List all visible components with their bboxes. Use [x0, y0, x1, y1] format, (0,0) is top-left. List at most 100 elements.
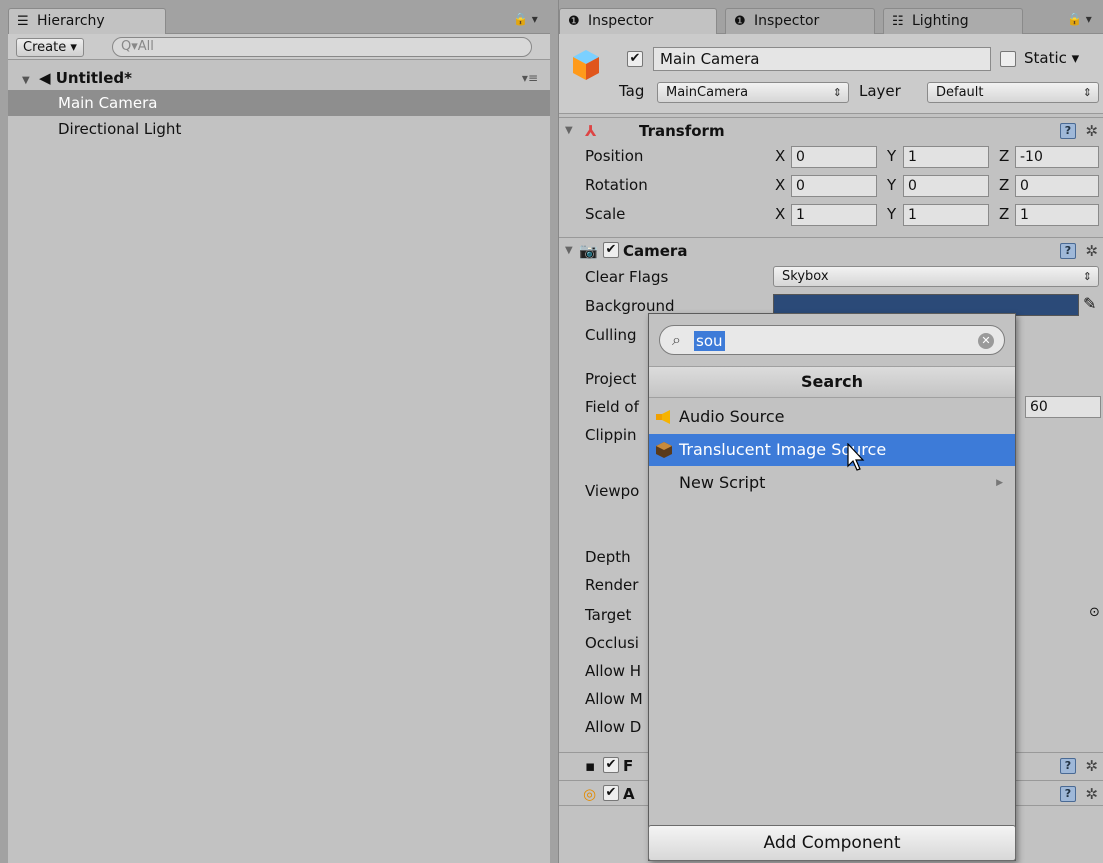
- expand-triangle-icon[interactable]: ▼: [565, 118, 573, 144]
- clear-search-icon[interactable]: ✕: [978, 333, 994, 349]
- submenu-arrow-icon: ▶: [996, 478, 1003, 488]
- scene-root[interactable]: ▼ ◀ Untitled* ▾≡: [8, 66, 550, 90]
- lighting-icon: ☷: [892, 14, 904, 29]
- occlusion-culling-label: Occlusi: [585, 634, 639, 652]
- fov-field[interactable]: 60: [1025, 396, 1101, 418]
- scale-y-field[interactable]: 1: [903, 204, 989, 226]
- tab-inspector-1[interactable]: ❶ Inspector: [559, 8, 717, 35]
- layer-dropdown[interactable]: Default ⇕: [927, 82, 1099, 103]
- position-x-field[interactable]: 0: [791, 146, 877, 168]
- help-icon[interactable]: ?: [1060, 123, 1076, 139]
- hierarchy-panel: ☰ Hierarchy 🔒 ▾ Create ▾ Q▾All ▼ ◀ Untitl…: [8, 0, 550, 863]
- depth-label: Depth: [585, 548, 631, 566]
- camera-enabled-checkbox[interactable]: ✔: [603, 242, 619, 258]
- axis-z-label[interactable]: Z: [999, 176, 1009, 194]
- tag-dropdown[interactable]: MainCamera ⇕: [657, 82, 849, 103]
- hierarchy-item-main-camera[interactable]: Main Camera: [8, 90, 550, 116]
- hierarchy-tabbar: ☰ Hierarchy 🔒 ▾: [8, 0, 550, 35]
- component-search-input[interactable]: ⌕ sou ✕: [659, 325, 1005, 355]
- axis-z-label[interactable]: Z: [999, 147, 1009, 165]
- gear-icon[interactable]: ✲: [1085, 118, 1098, 144]
- object-picker-icon[interactable]: ⊙: [1089, 605, 1100, 620]
- list-icon: ☰: [17, 14, 29, 29]
- expand-triangle-icon[interactable]: ▼: [22, 75, 30, 86]
- axis-x-label[interactable]: X: [775, 147, 785, 165]
- tab-inspector-2[interactable]: ❶ Inspector: [725, 8, 875, 34]
- transform-icon: ⅄: [585, 122, 597, 140]
- rotation-x-field[interactable]: 0: [791, 175, 877, 197]
- gameobject-header: ✔ Main Camera Static ▾ Tag MainCamera ⇕ L…: [559, 34, 1103, 114]
- menu-item-translucent-image-source[interactable]: Translucent Image Source: [649, 434, 1015, 466]
- position-z-field[interactable]: -10: [1015, 146, 1099, 168]
- axis-x-label[interactable]: X: [775, 205, 785, 223]
- camera-icon: 📷: [579, 242, 598, 260]
- axis-x-label[interactable]: X: [775, 176, 785, 194]
- search-icon: ⌕: [672, 330, 681, 349]
- tab-lighting[interactable]: ☷ Lighting: [883, 8, 1023, 34]
- rotation-label: Rotation: [585, 176, 648, 194]
- gear-icon[interactable]: ✲: [1085, 753, 1098, 779]
- camera-header[interactable]: ▼ 📷 ✔ Camera ? ✲: [559, 237, 1103, 263]
- hierarchy-item-directional-light[interactable]: Directional Light: [8, 116, 550, 142]
- static-checkbox[interactable]: [1000, 51, 1016, 67]
- transform-header[interactable]: ▼ ⅄ Transform ? ✲: [559, 117, 1103, 143]
- dropdown-arrow-icon: ⇕: [1082, 86, 1092, 99]
- audio-source-icon: [656, 410, 670, 424]
- scale-label: Scale: [585, 205, 626, 223]
- dropdown-arrow-icon: ⇕: [1082, 270, 1092, 283]
- search-text[interactable]: sou: [694, 331, 725, 351]
- expand-triangle-icon[interactable]: ▼: [565, 238, 573, 264]
- component-enabled-checkbox[interactable]: ✔: [603, 757, 619, 773]
- help-icon[interactable]: ?: [1060, 243, 1076, 259]
- eyedropper-icon[interactable]: ✎: [1083, 294, 1096, 313]
- position-y-field[interactable]: 1: [903, 146, 989, 168]
- help-icon[interactable]: ?: [1060, 786, 1076, 802]
- lock-icon[interactable]: 🔒 ▾: [1067, 12, 1092, 26]
- popup-title: Search: [649, 366, 1015, 398]
- hierarchy-toolbar: Create ▾ Q▾All: [8, 34, 550, 60]
- clear-flags-dropdown[interactable]: Skybox ⇕: [773, 266, 1099, 287]
- lock-icon[interactable]: 🔒 ▾: [513, 12, 538, 26]
- clear-flags-label: Clear Flags: [585, 268, 669, 286]
- tab-hierarchy[interactable]: ☰ Hierarchy: [8, 8, 166, 35]
- scene-menu-icon[interactable]: ▾≡: [522, 66, 538, 90]
- clipping-label: Clippin: [585, 426, 637, 444]
- axis-z-label[interactable]: Z: [999, 205, 1009, 223]
- component-enabled-checkbox[interactable]: ✔: [603, 785, 619, 801]
- rotation-z-field[interactable]: 0: [1015, 175, 1099, 197]
- gear-icon[interactable]: ✲: [1085, 238, 1098, 264]
- allow-msaa-label: Allow M: [585, 690, 643, 708]
- audio-listener-icon: ◎: [583, 785, 597, 803]
- dropdown-arrow-icon: ⇕: [832, 86, 842, 99]
- create-button[interactable]: Create ▾: [16, 38, 84, 57]
- gameobject-cube-icon: [573, 50, 599, 80]
- field-of-view-label: Field of: [585, 398, 639, 416]
- scene-name: Untitled*: [55, 69, 132, 87]
- projection-label: Project: [585, 370, 637, 388]
- flare-layer-icon: ▪: [585, 757, 596, 775]
- layer-label: Layer: [859, 82, 901, 100]
- scale-z-field[interactable]: 1: [1015, 204, 1099, 226]
- allow-dynamic-resolution-label: Allow D: [585, 718, 642, 736]
- axis-y-label[interactable]: Y: [887, 147, 896, 165]
- object-name-field[interactable]: Main Camera: [653, 47, 991, 71]
- menu-item-audio-source[interactable]: Audio Source: [649, 401, 1015, 433]
- help-icon[interactable]: ?: [1060, 758, 1076, 774]
- rotation-y-field[interactable]: 0: [903, 175, 989, 197]
- scale-x-field[interactable]: 1: [791, 204, 877, 226]
- add-component-popup: ⌕ sou ✕ Search Audio Source Translucent …: [648, 313, 1016, 861]
- inspector-tabbar: ❶ Inspector ❶ Inspector ☷ Lighting 🔒 ▾: [559, 0, 1103, 35]
- axis-y-label[interactable]: Y: [887, 176, 896, 194]
- active-checkbox[interactable]: ✔: [627, 51, 643, 67]
- static-label[interactable]: Static ▾: [1024, 49, 1079, 67]
- axis-y-label[interactable]: Y: [887, 205, 896, 223]
- translucent-image-icon: [656, 442, 672, 458]
- tag-label: Tag: [619, 82, 645, 100]
- mouse-cursor-icon: [847, 443, 865, 471]
- unity-scene-icon: ◀: [38, 69, 51, 87]
- menu-item-new-script[interactable]: New Script ▶: [649, 467, 1015, 499]
- gear-icon[interactable]: ✲: [1085, 781, 1098, 807]
- add-component-button[interactable]: Add Component: [648, 825, 1016, 861]
- info-icon: ❶: [568, 14, 580, 29]
- hierarchy-search-input[interactable]: Q▾All: [112, 37, 532, 57]
